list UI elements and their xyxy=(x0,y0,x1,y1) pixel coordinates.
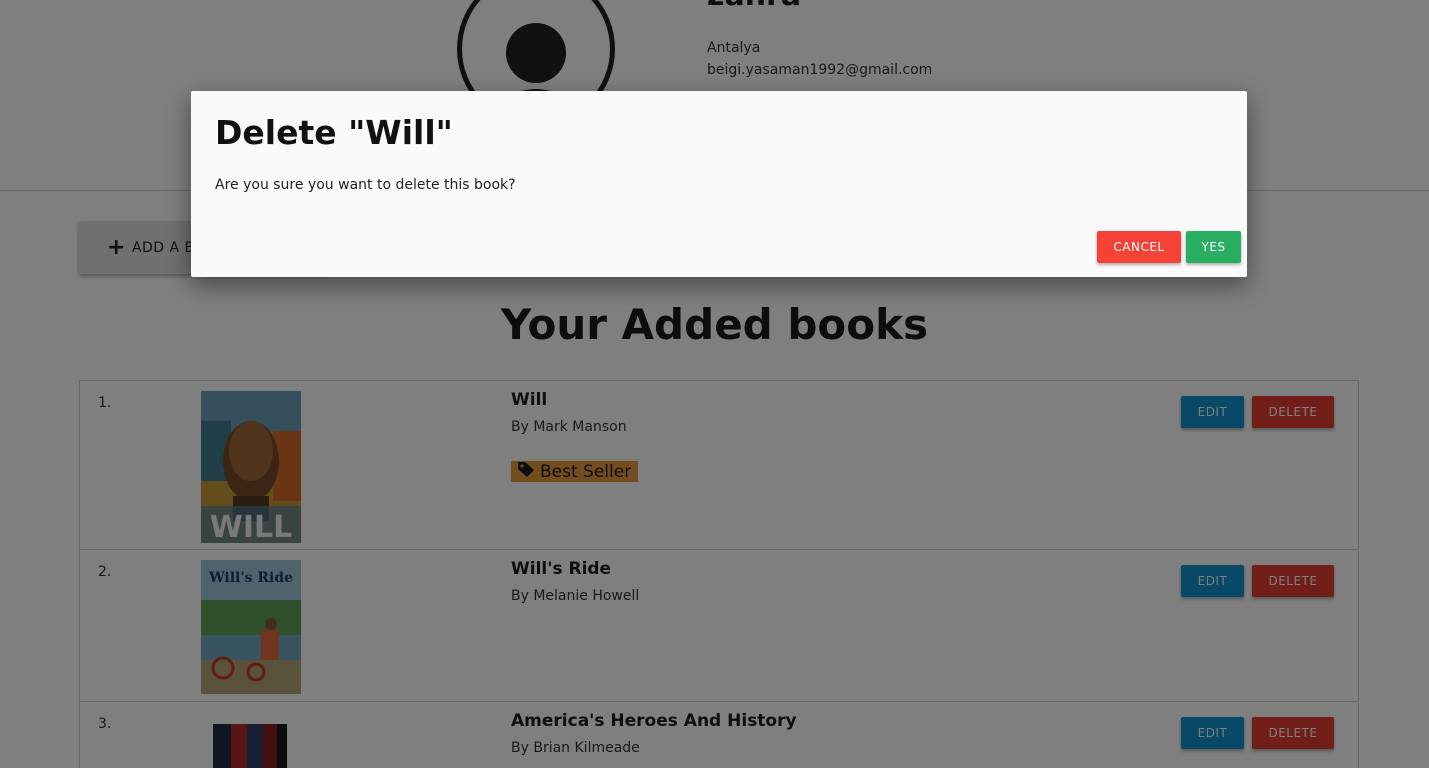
cancel-button[interactable]: CANCEL xyxy=(1097,231,1181,263)
delete-confirm-dialog: Delete "Will" Are you sure you want to d… xyxy=(191,91,1247,277)
confirm-yes-button[interactable]: YES xyxy=(1186,231,1241,263)
dialog-title: Delete "Will" xyxy=(215,113,453,152)
dialog-message: Are you sure you want to delete this boo… xyxy=(215,177,516,193)
